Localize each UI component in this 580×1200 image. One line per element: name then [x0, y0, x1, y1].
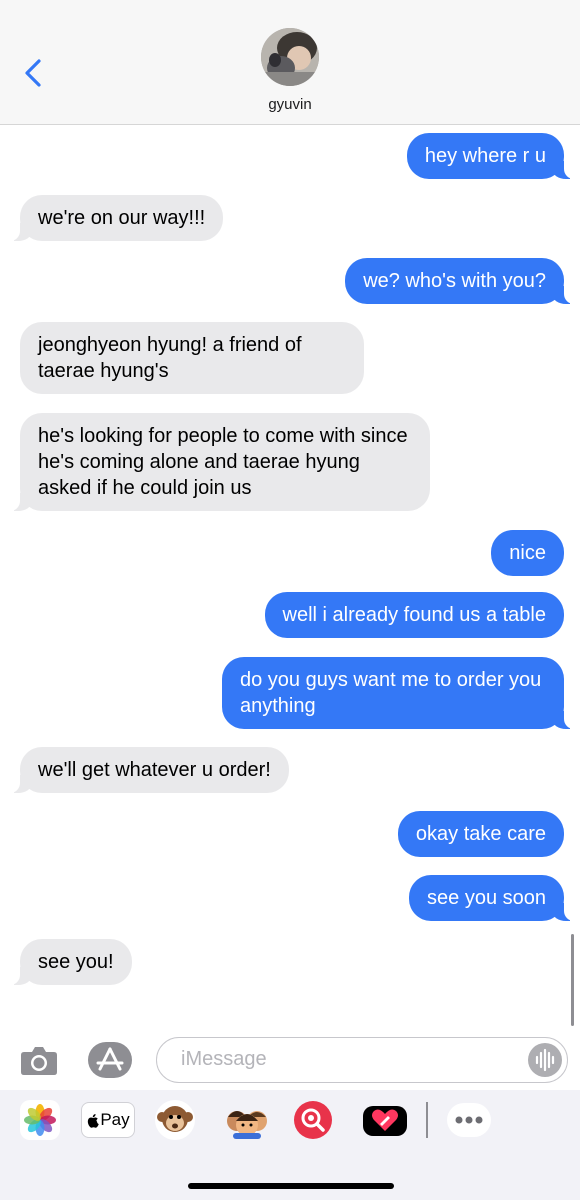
message-bubble-incoming[interactable]: see you! [8, 939, 132, 985]
contact-avatar[interactable] [261, 28, 319, 86]
message-bubble-incoming[interactable]: jeonghyeon hyung! a friend of taerae hyu… [20, 322, 364, 394]
scrollbar[interactable] [571, 934, 574, 1026]
message-input[interactable]: iMessage [156, 1037, 568, 1083]
home-indicator[interactable] [188, 1183, 394, 1189]
message-bubble-outgoing[interactable]: we? who's with you? [345, 258, 576, 304]
image-search-icon[interactable] [290, 1100, 336, 1140]
apple-pay-icon[interactable]: Pay [81, 1100, 135, 1140]
composer-bar: iMessage [0, 1030, 580, 1090]
conversation-header: gyuvin [0, 0, 580, 125]
more-apps-icon[interactable] [446, 1100, 492, 1140]
message-input-placeholder: iMessage [181, 1048, 267, 1070]
apple-logo-icon [88, 1113, 100, 1128]
message-bubble-outgoing[interactable]: hey where r u [406, 133, 577, 179]
contact-name[interactable]: gyuvin [0, 96, 580, 113]
memoji-monkey-icon[interactable] [152, 1100, 198, 1140]
apple-pay-label: Pay [100, 1110, 130, 1129]
message-bubble-outgoing[interactable]: see you soon [409, 875, 576, 921]
message-bubble-incoming[interactable]: he's looking for people to come with sin… [8, 413, 430, 511]
photos-icon[interactable] [16, 1100, 64, 1140]
drawer-divider [426, 1102, 428, 1138]
memoji-stickers-icon[interactable] [222, 1100, 272, 1140]
message-bubble-outgoing[interactable]: nice [491, 530, 564, 576]
camera-icon[interactable] [20, 1044, 58, 1076]
message-bubble-outgoing[interactable]: well i already found us a table [264, 592, 564, 638]
back-chevron-icon[interactable] [22, 58, 46, 88]
digital-touch-icon[interactable] [360, 1100, 410, 1140]
message-bubble-outgoing[interactable]: okay take care [397, 811, 564, 857]
message-thread[interactable]: hey where r u we're on our way!!! we? wh… [0, 125, 580, 1030]
message-bubble-incoming[interactable]: we'll get whatever u order! [8, 747, 289, 793]
audio-message-icon[interactable] [528, 1043, 562, 1077]
app-store-icon[interactable] [88, 1042, 132, 1078]
message-bubble-incoming[interactable]: we're on our way!!! [7, 195, 224, 241]
message-bubble-outgoing[interactable]: do you guys want me to order you anythin… [222, 657, 576, 729]
